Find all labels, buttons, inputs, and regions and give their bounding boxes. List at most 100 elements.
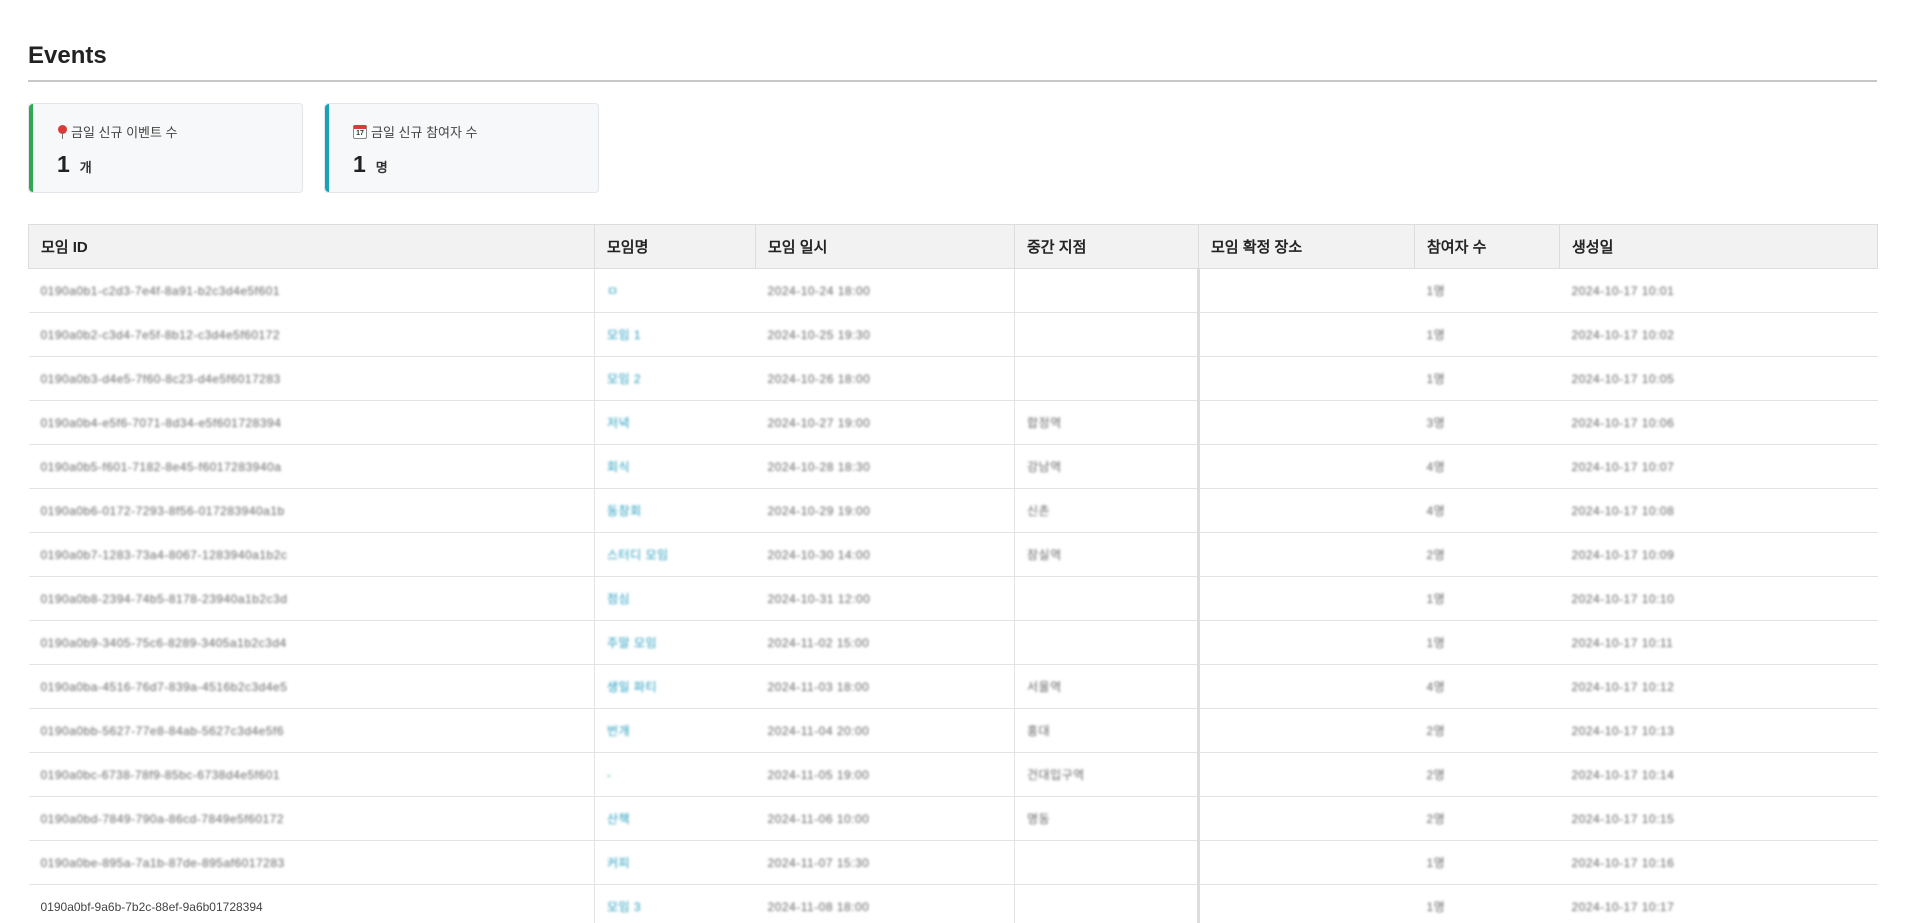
cell-event-name-link[interactable]: 저녁 bbox=[594, 400, 756, 445]
cell-event-name-link[interactable]: ㅁ bbox=[594, 268, 756, 313]
table-row[interactable]: 0190a0b4-e5f6-7071-8d34-e5f601728394 저녁 20… bbox=[28, 400, 1878, 445]
column-header-name[interactable]: 모임명 bbox=[594, 224, 756, 269]
cell-event-id-text: 0190a0b4-e5f6-7071-8d34-e5f601728394 bbox=[40, 415, 282, 430]
table-row[interactable]: 0190a0bf-9a6b-7b2c-88ef-9a6b01728394 모임 3… bbox=[28, 884, 1878, 923]
cell-confirmed-place bbox=[1198, 884, 1415, 923]
table-row[interactable]: 0190a0ba-4516-76d7-839a-4516b2c3d4e5 생일 파… bbox=[28, 664, 1878, 709]
cell-confirmed-place bbox=[1198, 400, 1415, 445]
column-header-participant-count[interactable]: 참여자 수 bbox=[1414, 224, 1560, 269]
cell-event-id-text: 0190a0bb-5627-77e8-84ab-5627c3d4e5f6 bbox=[40, 723, 285, 738]
table-row[interactable]: 0190a0be-895a-7a1b-87de-895af6017283 커피 20… bbox=[28, 840, 1878, 885]
cell-confirmed-place bbox=[1198, 488, 1415, 533]
table-row[interactable]: 0190a0b8-2394-74b5-8178-23940a1b2c3d 점심 20… bbox=[28, 576, 1878, 621]
table-row[interactable]: 0190a0bc-6738-78f9-85bc-6738d4e5f601 - 202… bbox=[28, 752, 1878, 797]
cell-created-at-text: 2024-10-17 10:09 bbox=[1571, 547, 1675, 562]
cell-event-name-link[interactable]: 모임 3 bbox=[594, 884, 756, 923]
cell-created-at-text: 2024-10-17 10:10 bbox=[1571, 591, 1675, 606]
cell-midpoint-text: 서울역 bbox=[1027, 680, 1062, 694]
cell-event-id: 0190a0b2-c3d4-7e5f-8b12-c3d4e5f60172 bbox=[28, 312, 595, 357]
stat-unit: 명 bbox=[375, 160, 388, 175]
events-page: Events 금일 신규 이벤트 수 1 개 17 금일 신규 참여자 수 1 … bbox=[0, 0, 1909, 923]
table-header-row: 모임 ID 모임명 모임 일시 중간 지점 모임 확정 장소 참여자 수 생성일 bbox=[28, 224, 1878, 269]
cell-event-name-link-text[interactable]: 동창회 bbox=[607, 502, 642, 519]
cell-event-id: 0190a0bf-9a6b-7b2c-88ef-9a6b01728394 bbox=[28, 884, 595, 923]
cell-midpoint-text: 합정역 bbox=[1027, 416, 1062, 430]
cell-event-name-link[interactable]: 스터디 모임 bbox=[594, 532, 756, 577]
cell-event-id-text: 0190a0b9-3405-75c6-8289-3405a1b2c3d4 bbox=[40, 635, 287, 650]
cell-event-name-link[interactable]: 회식 bbox=[594, 444, 756, 489]
cell-event-name-link-text[interactable]: - bbox=[607, 768, 612, 782]
cell-event-datetime-text: 2024-11-06 10:00 bbox=[767, 811, 870, 826]
cell-event-datetime-text: 2024-11-05 19:00 bbox=[767, 767, 870, 782]
table-row[interactable]: 0190a0b1-c2d3-7e4f-8a91-b2c3d4e5f601 ㅁ 202… bbox=[28, 268, 1878, 313]
stat-label-text: 금일 신규 이벤트 수 bbox=[71, 125, 178, 140]
table-row[interactable]: 0190a0b3-d4e5-7f60-8c23-d4e5f6017283 모임 2… bbox=[28, 356, 1878, 401]
cell-event-name-link[interactable]: 생일 파티 bbox=[594, 664, 756, 709]
cell-participant-count: 1명 bbox=[1414, 312, 1560, 357]
cell-midpoint: 합정역 bbox=[1014, 400, 1200, 445]
cell-event-name-link-text[interactable]: 저녁 bbox=[607, 414, 630, 431]
cell-event-name-link-text[interactable]: 커피 bbox=[607, 854, 630, 871]
stat-value-row: 1 명 bbox=[353, 151, 598, 178]
table-row[interactable]: 0190a0b7-1283-73a4-8067-1283940a1b2c 스터디 … bbox=[28, 532, 1878, 577]
stat-label: 금일 신규 이벤트 수 bbox=[57, 122, 302, 141]
cell-event-name-link-text[interactable]: 스터디 모임 bbox=[607, 546, 669, 563]
table-row[interactable]: 0190a0bd-7849-790a-86cd-7849e5f60172 산책 20… bbox=[28, 796, 1878, 841]
cell-created-at-text: 2024-10-17 10:12 bbox=[1571, 679, 1675, 694]
cell-event-datetime-text: 2024-10-24 18:00 bbox=[767, 283, 871, 298]
cell-event-name-link[interactable]: 주말 모임 bbox=[594, 620, 756, 665]
cell-midpoint-text: 잠실역 bbox=[1027, 548, 1062, 562]
table-row[interactable]: 0190a0b2-c3d4-7e5f-8b12-c3d4e5f60172 모임 1… bbox=[28, 312, 1878, 357]
cell-created-at: 2024-10-17 10:06 bbox=[1559, 400, 1878, 445]
table-row[interactable]: 0190a0b6-0172-7293-8f56-017283940a1b 동창회 2… bbox=[28, 488, 1878, 533]
cell-event-name-link-text[interactable]: 모임 3 bbox=[607, 898, 641, 915]
column-header-confirmed-place[interactable]: 모임 확정 장소 bbox=[1198, 224, 1415, 269]
cell-event-id: 0190a0b5-f601-7182-8e45-f6017283940a bbox=[28, 444, 595, 489]
cell-event-name-link[interactable]: 모임 2 bbox=[594, 356, 756, 401]
cell-event-name-link-text[interactable]: 점심 bbox=[607, 590, 630, 607]
cell-event-name-link-text[interactable]: 번개 bbox=[607, 722, 630, 739]
cell-event-id-text: 0190a0b5-f601-7182-8e45-f6017283940a bbox=[40, 459, 282, 474]
cell-midpoint: 신촌 bbox=[1014, 488, 1200, 533]
cell-event-name-link-text[interactable]: 생일 파티 bbox=[607, 678, 657, 695]
column-header-date[interactable]: 모임 일시 bbox=[755, 224, 1015, 269]
cell-created-at: 2024-10-17 10:10 bbox=[1559, 576, 1878, 621]
cell-event-name-link-text[interactable]: 회식 bbox=[607, 458, 630, 475]
cell-event-name-link[interactable]: 산책 bbox=[594, 796, 756, 841]
cell-event-name-link[interactable]: 모임 1 bbox=[594, 312, 756, 357]
table-row[interactable]: 0190a0b5-f601-7182-8e45-f6017283940a 회식 20… bbox=[28, 444, 1878, 489]
column-header-id[interactable]: 모임 ID bbox=[28, 224, 595, 269]
cell-participant-count-text: 2명 bbox=[1426, 548, 1446, 562]
cell-created-at: 2024-10-17 10:07 bbox=[1559, 444, 1878, 489]
cell-event-id: 0190a0b4-e5f6-7071-8d34-e5f601728394 bbox=[28, 400, 595, 445]
cell-event-name-link-text[interactable]: 산책 bbox=[607, 810, 630, 827]
table-row[interactable]: 0190a0b9-3405-75c6-8289-3405a1b2c3d4 주말 모… bbox=[28, 620, 1878, 665]
events-table-container: 모임 ID 모임명 모임 일시 중간 지점 모임 확정 장소 참여자 수 생성일… bbox=[28, 224, 1878, 923]
cell-midpoint-text: 명동 bbox=[1027, 812, 1051, 826]
cell-participant-count: 1명 bbox=[1414, 884, 1560, 923]
cell-event-datetime-text: 2024-10-31 12:00 bbox=[767, 591, 871, 606]
cell-event-name-link[interactable]: 점심 bbox=[594, 576, 756, 621]
column-header-midpoint[interactable]: 중간 지점 bbox=[1014, 224, 1199, 269]
cell-participant-count-text: 1명 bbox=[1426, 856, 1446, 870]
cell-midpoint-text: 건대입구역 bbox=[1027, 768, 1085, 782]
cell-participant-count-text: 1명 bbox=[1426, 372, 1446, 386]
cell-event-name-link[interactable]: 커피 bbox=[594, 840, 756, 885]
cell-event-name-link[interactable]: - bbox=[594, 752, 756, 797]
cell-event-name-link[interactable]: 번개 bbox=[594, 708, 756, 753]
cell-event-datetime: 2024-11-05 19:00 bbox=[755, 752, 1015, 797]
stat-card-accent bbox=[29, 104, 33, 192]
cell-created-at: 2024-10-17 10:12 bbox=[1559, 664, 1878, 709]
cell-event-name-link-text[interactable]: 모임 1 bbox=[607, 326, 641, 343]
cell-participant-count-text: 1명 bbox=[1426, 636, 1446, 650]
cell-event-name-link-text[interactable]: ㅁ bbox=[607, 282, 619, 299]
cell-event-name-link-text[interactable]: 모임 2 bbox=[607, 370, 641, 387]
cell-midpoint bbox=[1014, 884, 1200, 923]
column-header-created-at[interactable]: 생성일 bbox=[1559, 224, 1878, 269]
table-row[interactable]: 0190a0bb-5627-77e8-84ab-5627c3d4e5f6 번개 20… bbox=[28, 708, 1878, 753]
cell-confirmed-place bbox=[1198, 620, 1415, 665]
cell-confirmed-place bbox=[1198, 664, 1415, 709]
cell-event-name-link-text[interactable]: 주말 모임 bbox=[607, 634, 657, 651]
cell-event-name-link[interactable]: 동창회 bbox=[594, 488, 756, 533]
cell-created-at: 2024-10-17 10:02 bbox=[1559, 312, 1878, 357]
